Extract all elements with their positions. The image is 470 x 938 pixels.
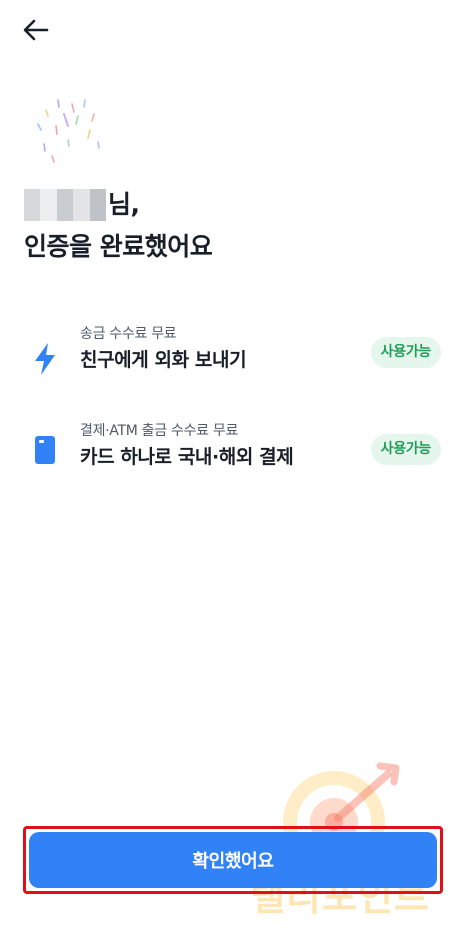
completion-greeting: 님, 인증을 완료했어요 — [24, 184, 213, 268]
benefit-title: 친구에게 외화 보내기 — [80, 349, 247, 371]
page-title: 인증을 완료했어요 — [24, 232, 213, 261]
lightning-bolt-icon — [30, 341, 60, 377]
confirm-button[interactable]: 확인했어요 — [29, 832, 437, 888]
confetti-icon — [37, 99, 100, 163]
benefit-subtitle: 결제·ATM 출금 수수료 무료 — [80, 423, 239, 439]
benefit-title: 카드 하나로 국내·해외 결제 — [80, 446, 294, 468]
benefit-subtitle: 송금 수수료 무료 — [80, 326, 177, 342]
available-badge: 사용가능 — [370, 337, 441, 368]
back-button[interactable] — [14, 10, 58, 50]
name-suffix: 님, — [108, 190, 140, 219]
confirm-button-highlight: 확인했어요 — [23, 826, 443, 894]
card-icon — [30, 432, 60, 468]
benefit-item-card: 결제·ATM 출금 수수료 무료 카드 하나로 국내·해외 결제 사용가능 — [0, 420, 470, 490]
screen: 님, 인증을 완료했어요 송금 수수료 무료 친구에게 외화 보내기 사용가능 … — [0, 0, 470, 938]
arrow-left-icon — [23, 19, 49, 41]
benefit-item-remittance: 송금 수수료 무료 친구에게 외화 보내기 사용가능 — [0, 323, 470, 393]
masked-user-name — [24, 189, 107, 221]
available-badge: 사용가능 — [370, 434, 441, 465]
